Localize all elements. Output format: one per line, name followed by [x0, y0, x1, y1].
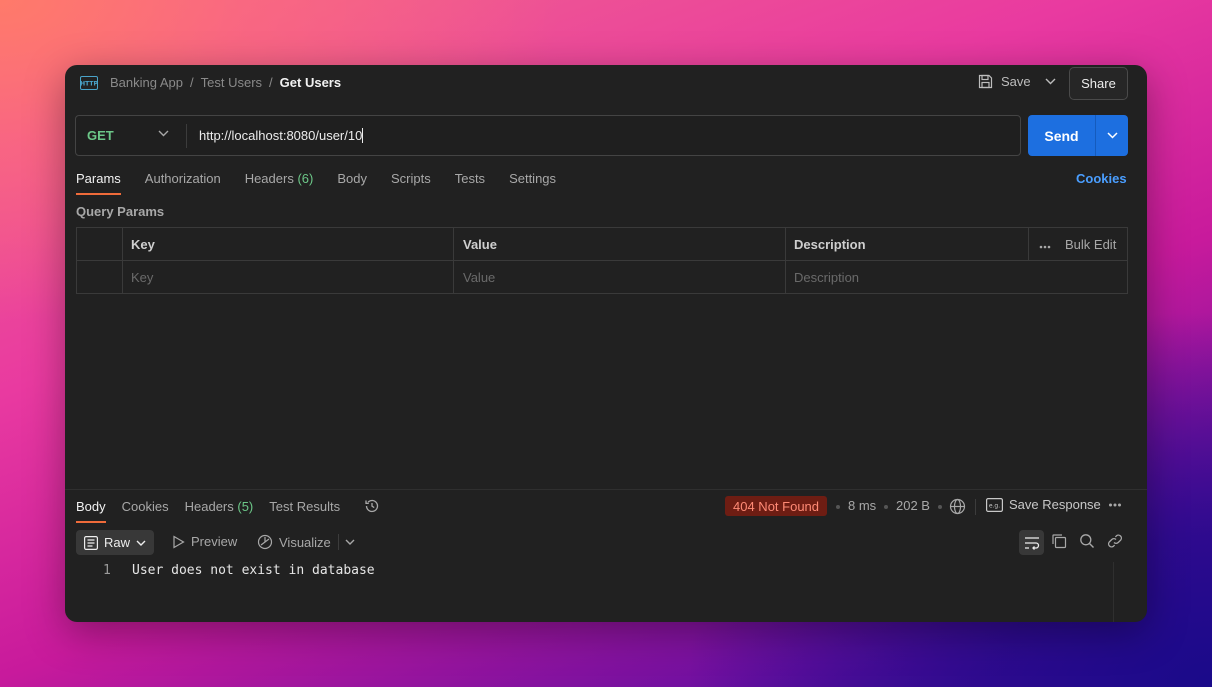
tab-response-headers-label: Headers: [184, 499, 234, 514]
save-response-button[interactable]: e.g. Save Response: [986, 497, 1101, 512]
response-size[interactable]: 202 B: [896, 498, 930, 513]
tab-response-cookies[interactable]: Cookies: [122, 499, 169, 523]
breadcrumb-folder[interactable]: Test Users: [201, 75, 262, 90]
send-button[interactable]: Send: [1028, 115, 1128, 156]
tab-test-results[interactable]: Test Results: [269, 499, 340, 523]
breadcrumb-separator: /: [190, 75, 194, 90]
link-icon[interactable]: [1107, 533, 1123, 549]
share-button[interactable]: Share: [1069, 67, 1128, 100]
save-example-icon: e.g.: [986, 497, 1003, 512]
copy-icon[interactable]: [1051, 533, 1067, 549]
divider: [1028, 228, 1029, 260]
divider: [453, 228, 454, 293]
request-tabs: Params Authorization Headers (6) Body Sc…: [76, 171, 580, 195]
tab-response-headers[interactable]: Headers (5): [185, 499, 254, 523]
tab-settings[interactable]: Settings: [509, 171, 556, 195]
table-header-row: Key Value Description Bulk Edit: [77, 228, 1127, 261]
url-value: http://localhost:8080/user/10: [199, 128, 363, 143]
text-caret: [362, 128, 364, 143]
column-key: Key: [131, 237, 155, 252]
format-label: Raw: [104, 535, 131, 550]
preview-label: Preview: [191, 534, 238, 549]
tab-body[interactable]: Body: [337, 171, 367, 195]
more-icon[interactable]: [1039, 237, 1051, 252]
query-params-title: Query Params: [76, 204, 165, 219]
globe-icon[interactable]: [949, 498, 966, 515]
response-divider[interactable]: [65, 489, 1147, 490]
divider: [975, 499, 976, 515]
wrap-icon: [1024, 536, 1039, 550]
separator-dot: [938, 505, 942, 509]
response-tabs: Body Cookies Headers (5) Test Results: [76, 499, 380, 523]
response-headers-count: (5): [237, 499, 254, 514]
response-time[interactable]: 8 ms: [848, 498, 876, 513]
bulk-edit-label[interactable]: Bulk Edit: [1065, 237, 1116, 252]
send-options-button[interactable]: [1096, 115, 1128, 156]
divider: [122, 228, 123, 293]
send-label[interactable]: Send: [1028, 115, 1095, 156]
play-icon: [173, 534, 185, 549]
chevron-down-icon: [136, 540, 146, 546]
key-input[interactable]: Key: [122, 261, 153, 294]
headers-count: (6): [297, 171, 314, 186]
chevron-down-icon[interactable]: [158, 130, 169, 137]
request-name[interactable]: Get Users: [280, 75, 341, 90]
svg-text:e.g.: e.g.: [989, 502, 1000, 509]
chevron-down-icon: [1106, 132, 1118, 139]
scrollbar-track[interactable]: [1113, 562, 1114, 622]
code-line: User does not exist in database: [132, 563, 375, 578]
description-input[interactable]: Description: [785, 261, 859, 294]
bulk-edit-button[interactable]: Bulk Edit: [1039, 228, 1116, 261]
history-icon[interactable]: [364, 498, 380, 514]
url-input[interactable]: http://localhost:8080/user/10: [199, 128, 364, 143]
table-row: Key Value Description: [77, 261, 1127, 294]
query-params-table: Key Value Description Bulk Edit Key Valu…: [76, 227, 1128, 294]
column-description: Description: [794, 237, 866, 252]
value-input[interactable]: Value: [454, 261, 495, 294]
save-icon: [978, 74, 993, 89]
breadcrumb-collection[interactable]: Banking App: [110, 75, 183, 90]
visualize-icon: [257, 534, 273, 550]
save-label: Save: [1001, 74, 1031, 89]
more-icon[interactable]: [1108, 498, 1122, 512]
tab-authorization[interactable]: Authorization: [145, 171, 221, 195]
status-badge[interactable]: 404 Not Found: [725, 496, 828, 516]
tab-headers-label: Headers: [244, 171, 294, 186]
app-window: HTTP Banking App / Test Users / Get User…: [65, 65, 1147, 622]
preview-button[interactable]: Preview: [172, 534, 237, 549]
tab-headers[interactable]: Headers (6): [245, 171, 314, 195]
breadcrumb-separator: /: [269, 75, 273, 90]
method-select[interactable]: GET: [87, 128, 114, 143]
divider: [186, 124, 187, 148]
chevron-down-icon[interactable]: [345, 539, 355, 545]
separator-dot: [836, 505, 840, 509]
column-value: Value: [463, 237, 497, 252]
document-icon: [84, 535, 98, 550]
http-icon: HTTP: [80, 76, 98, 90]
chevron-down-icon[interactable]: [1045, 78, 1056, 85]
save-button[interactable]: Save: [978, 74, 1056, 89]
tab-tests[interactable]: Tests: [455, 171, 485, 195]
format-select[interactable]: Raw: [76, 530, 154, 555]
save-response-label: Save Response: [1009, 497, 1101, 512]
separator-dot: [884, 505, 888, 509]
divider: [785, 228, 786, 293]
tab-response-body[interactable]: Body: [76, 499, 106, 523]
line-number: 1: [103, 563, 111, 578]
url-bar: GET http://localhost:8080/user/10: [75, 115, 1021, 156]
tab-scripts[interactable]: Scripts: [391, 171, 431, 195]
tab-params[interactable]: Params: [76, 171, 121, 195]
search-icon[interactable]: [1079, 533, 1095, 549]
wrap-lines-button[interactable]: [1019, 530, 1044, 555]
svg-text:HTTP: HTTP: [80, 81, 98, 88]
request-header: HTTP Banking App / Test Users / Get User…: [65, 65, 1147, 101]
visualize-button[interactable]: Visualize: [257, 534, 331, 550]
visualize-label: Visualize: [279, 534, 331, 550]
cookies-link[interactable]: Cookies: [1076, 171, 1127, 186]
divider: [338, 534, 339, 550]
breadcrumb: Banking App / Test Users / Get Users: [110, 75, 341, 90]
